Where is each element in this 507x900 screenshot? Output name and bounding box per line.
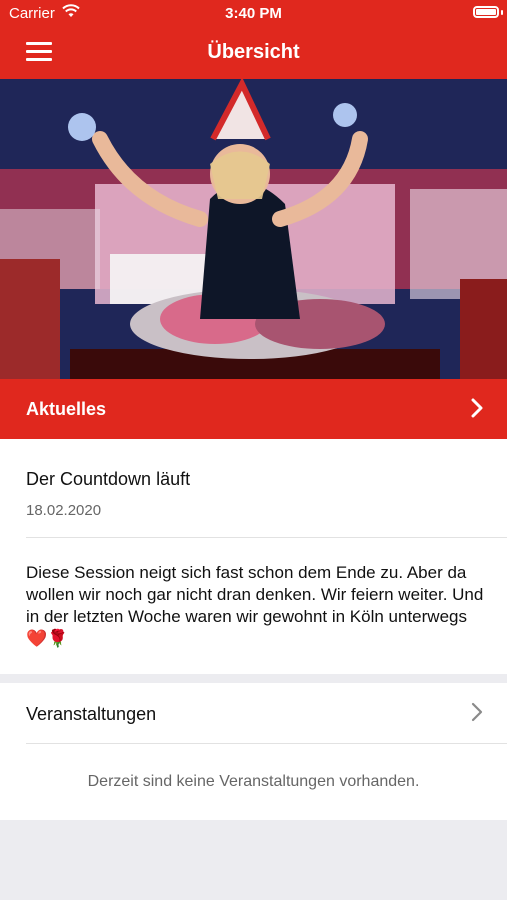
- chevron-right-icon: [471, 398, 483, 418]
- events-section-label: Veranstaltungen: [26, 704, 157, 724]
- news-date: 18.02.2020: [26, 502, 102, 519]
- divider: [26, 743, 507, 744]
- chevron-right-icon: [471, 702, 483, 722]
- events-section: Veranstaltungen Derzeit sind keine Veran…: [0, 683, 507, 820]
- hero-photo: [0, 79, 507, 379]
- battery-tip: [501, 10, 503, 15]
- hero-image: [0, 79, 507, 379]
- news-body: Diese Session neigt sich fast schon dem …: [26, 563, 484, 648]
- status-bar: Carrier 3:40 PM: [0, 0, 507, 26]
- events-row[interactable]: Veranstaltungen: [0, 683, 507, 743]
- news-section-label: Aktuelles: [26, 399, 107, 419]
- news-card[interactable]: Der Countdown läuft 18.02.2020 Diese Ses…: [0, 439, 507, 674]
- news-section-header[interactable]: Aktuelles: [0, 379, 507, 439]
- navigation-bar: Übersicht: [0, 26, 507, 79]
- battery-icon: [473, 6, 499, 18]
- clock: 3:40 PM: [225, 5, 282, 22]
- divider: [26, 537, 507, 538]
- events-empty-text: Derzeit sind keine Veranstaltungen vorha…: [87, 773, 420, 790]
- page-title: Übersicht: [207, 41, 300, 63]
- news-headline: Der Countdown läuft: [26, 469, 191, 489]
